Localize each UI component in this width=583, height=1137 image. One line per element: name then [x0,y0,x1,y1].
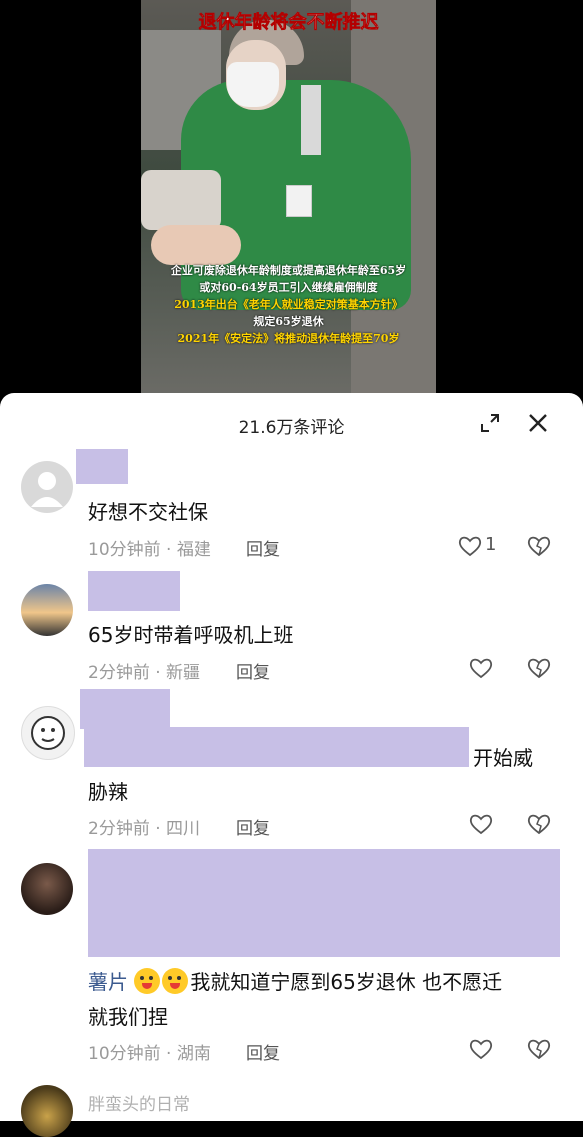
video-caption-5: 2021年《安定法》将推动退休年龄提至70岁 [177,332,400,345]
comment-username[interactable]: 胖蛮头的日常 [88,1090,190,1115]
reply-button[interactable]: 回复 [246,535,280,560]
like-heart-icon[interactable] [469,1038,493,1060]
close-icon[interactable] [527,412,549,434]
redacted-username [76,449,128,484]
avatar[interactable] [21,863,73,915]
comment-text: 65岁时带着呼吸机上班 [88,623,294,647]
video-caption-1: 企业可废除退休年龄制度或提高退休年龄至65岁 [170,264,407,277]
video-frame: 退休年龄将会不断推迟 企业可废除退休年龄制度或提高退休年龄至65岁 或对60-6… [141,0,436,395]
like-heart-icon[interactable] [469,657,493,679]
like-heart-icon[interactable] [469,813,493,835]
avatar[interactable] [21,706,75,760]
redacted-username-and-text [88,849,560,957]
comment-text: 开始威 [473,746,533,770]
tongue-out-emoji-icon [134,968,161,994]
video-caption-2: 或对60-64岁员工引入继续雇佣制度 [199,281,378,294]
video-headline: 退休年龄将会不断推迟 [198,12,379,34]
avatar[interactable] [21,1085,73,1137]
comment-meta: 10分钟前 · 福建 [88,540,211,560]
mention-username[interactable]: 薯片 [88,970,128,994]
reply-button[interactable]: 回复 [236,814,270,839]
like-heart-icon[interactable] [458,535,482,557]
video-caption-3: 2013年出台《老年人就业稳定对策基本方针》 [174,298,403,311]
comment-text-line2: 胁辣 [88,780,128,804]
comment-text-line2: 就我们捏 [88,1005,168,1029]
redacted-username [88,571,180,611]
avatar[interactable] [21,584,73,636]
comment-meta: 2分钟前 · 新疆 [88,663,201,683]
dislike-icon[interactable] [527,535,551,557]
avatar[interactable] [21,461,73,513]
video-caption-4: 规定65岁退休 [253,315,324,328]
comment-meta: 2分钟前 · 四川 [88,819,201,839]
reply-button[interactable]: 回复 [236,658,270,683]
comment-text: 薯片 我就知道宁愿到65岁退休 也不愿迁 [88,968,503,994]
dislike-icon[interactable] [527,657,551,679]
tongue-out-emoji-icon [162,968,189,994]
video-player[interactable]: 退休年龄将会不断推迟 企业可废除退休年龄制度或提高退休年龄至65岁 或对60-6… [0,0,583,395]
dislike-icon[interactable] [527,1038,551,1060]
comment-text: 好想不交社保 [88,500,208,524]
like-count: 1 [485,534,497,555]
expand-icon[interactable] [480,413,500,433]
comments-sheet: 21.6万条评论 好想不交社保 10分钟前 · 福建 回复 1 65岁时带着呼吸… [0,393,583,1137]
redacted-username [80,689,170,729]
redacted-text [84,727,469,767]
reply-button[interactable]: 回复 [246,1039,280,1064]
comment-meta: 10分钟前 · 湖南 [88,1044,211,1064]
dislike-icon[interactable] [527,813,551,835]
